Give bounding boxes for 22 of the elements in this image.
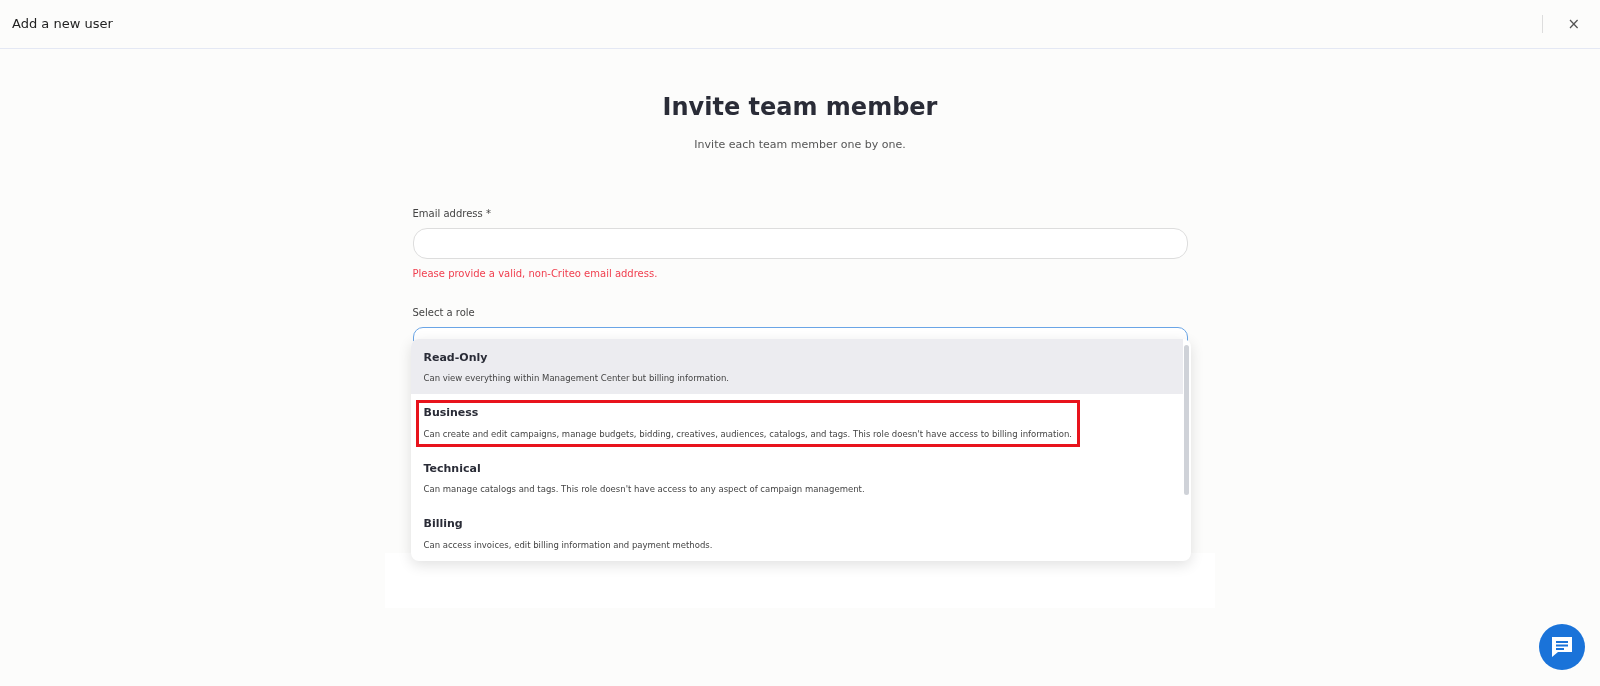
page-heading: Invite team member	[661, 92, 939, 123]
option-description: Can access invoices, edit billing information and payment methods.	[423, 538, 713, 552]
chat-button[interactable]	[1539, 624, 1585, 670]
option-title: Technical	[423, 460, 482, 477]
field-label: Select a role	[412, 305, 476, 320]
email-field[interactable]	[412, 227, 1188, 259]
option-title: Read-Only	[423, 349, 489, 366]
dialog-title: Add a new user	[12, 15, 113, 34]
close-button[interactable]: ×	[1559, 12, 1588, 36]
option-description: Can manage catalogs and tags. This role doesn't have access to any aspect of campaign management.	[423, 483, 865, 496]
option-title: Billing	[423, 516, 464, 532]
option-description: Can create and edit campaigns, manage budgets, bidding, creatives, audiences, catalogs, and tags. This role doesn't have access to billing information.	[423, 427, 1073, 441]
field-label: Email address *	[412, 206, 492, 221]
scrollbar-thumb[interactable]	[1183, 344, 1189, 495]
role-option[interactable]: Read-Only Can view everything within Management Center but billing information.	[410, 338, 1183, 394]
role-option[interactable]: Billing Can access invoices, edit billing information and payment methods.	[410, 505, 1183, 561]
role-option[interactable]: Technical Can manage catalogs and tags. This role doesn't have access to any aspect of campaign management.	[410, 449, 1183, 505]
error-message: Please provide a valid, non-Criteo email address.	[412, 266, 659, 281]
option-description: Can view everything within Management Center but billing information.	[423, 372, 729, 385]
page-subtitle: Invite each team member one by one.	[693, 137, 907, 153]
option-title: Business	[423, 405, 480, 421]
chat-icon	[1549, 634, 1575, 660]
